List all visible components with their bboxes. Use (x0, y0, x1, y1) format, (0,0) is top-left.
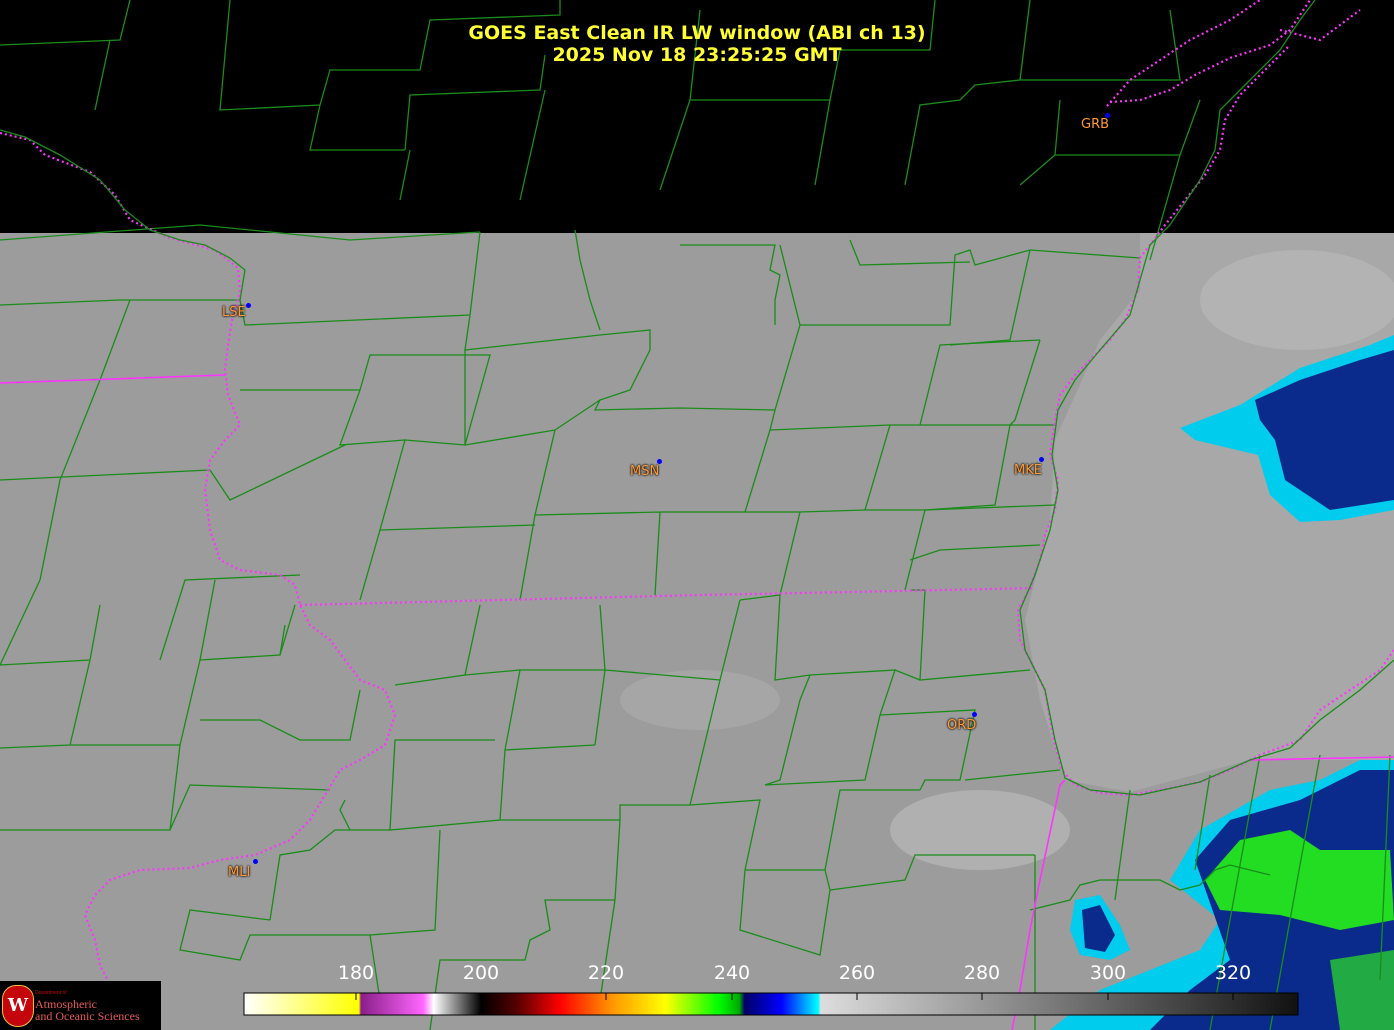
cloud-patch (1200, 250, 1394, 350)
station-label-msn: MSN (630, 464, 660, 479)
colorbar-tick-label: 320 (1214, 962, 1252, 984)
station-dot-mke (1039, 457, 1044, 462)
station-label-mke: MKE (1014, 463, 1042, 478)
station-label-ord: ORD (947, 718, 977, 733)
station-dot-ord (972, 712, 977, 717)
colorbar-tick-label: 240 (713, 962, 751, 984)
image-timestamp: 2025 Nov 18 23:25:25 GMT (552, 44, 842, 66)
aos-logo: W Department of Atmospheric and Oceanic … (0, 981, 161, 1030)
uw-crest-icon: W (2, 985, 34, 1027)
station-label-mli: MLI (228, 865, 251, 880)
station-label-grb: GRB (1081, 117, 1110, 132)
satellite-image-viewer: GOES East Clean IR LW window (ABI ch 13)… (0, 0, 1394, 1030)
station-label-lse: LSE (222, 305, 246, 320)
colorbar-tick-label: 200 (462, 962, 500, 984)
logo-department: Department of (35, 990, 67, 996)
colorbar-tick-label: 300 (1089, 962, 1127, 984)
cold-cloud-se-green2 (1330, 950, 1394, 1030)
colorbar-tick-label: 220 (587, 962, 625, 984)
colorbar-tick-label: 180 (337, 962, 375, 984)
image-title: GOES East Clean IR LW window (ABI ch 13) (468, 22, 926, 44)
cloud-patch (890, 790, 1070, 870)
satellite-map (0, 0, 1394, 1030)
station-dot-lse (246, 303, 251, 308)
station-dot-mli (253, 859, 258, 864)
cloud-patch (620, 670, 780, 730)
colorbar-tick-label: 280 (963, 962, 1001, 984)
logo-line2: and Oceanic Sciences (35, 1009, 140, 1023)
colorbar-tick-label: 260 (838, 962, 876, 984)
colorbar-gradient (243, 992, 1299, 1016)
